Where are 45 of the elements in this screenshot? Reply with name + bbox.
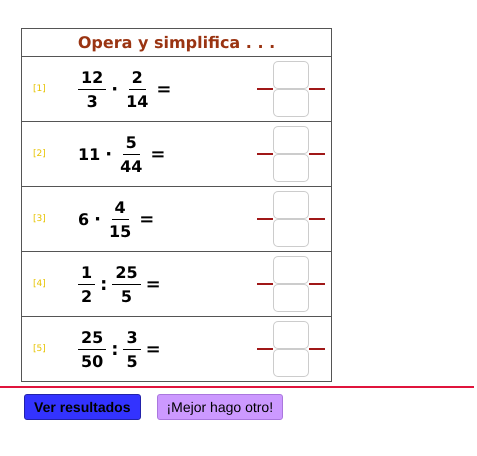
denominator: 2 (80, 286, 94, 306)
operator: : (111, 338, 118, 360)
numerator-field[interactable] (273, 256, 309, 284)
exercise-number: [4] (33, 279, 47, 289)
denominator-field[interactable] (273, 284, 309, 312)
integer: 11 (78, 144, 100, 164)
operator: = (146, 274, 161, 294)
exercise-number: [2] (33, 149, 47, 159)
denominator-field[interactable] (273, 89, 309, 117)
exercise-number: [5] (33, 344, 47, 354)
numerator: 12 (78, 68, 106, 90)
numerator-field[interactable] (273, 61, 309, 89)
denominator: 44 (119, 156, 144, 176)
operator: = (139, 208, 154, 230)
denominator: 3 (86, 90, 99, 110)
numerator: 25 (112, 262, 141, 284)
numerator: 25 (78, 328, 106, 350)
operator: : (100, 274, 108, 294)
operator: = (146, 338, 161, 360)
numerator-field[interactable] (273, 321, 309, 349)
denominator-field[interactable] (273, 154, 309, 182)
operator: · (94, 208, 101, 230)
denominator: 5 (125, 350, 139, 370)
numerator: 2 (128, 68, 146, 90)
numerator-field[interactable] (273, 126, 309, 154)
denominator: 50 (80, 350, 104, 370)
numerator: 1 (78, 262, 96, 284)
denominator: 14 (125, 90, 150, 110)
exercise-number: [3] (33, 214, 47, 224)
integer: 6 (78, 210, 90, 228)
table-title: Opera y simplifica . . . (78, 33, 276, 52)
operator: · (105, 144, 112, 164)
operator: = (150, 144, 166, 164)
denominator: 5 (120, 286, 134, 306)
operator: = (156, 78, 172, 100)
new-exercise-button[interactable]: ¡Mejor hago otro! (156, 394, 284, 420)
exercise-number: [1] (33, 84, 47, 94)
numerator: 4 (112, 198, 129, 220)
numerator-field[interactable] (273, 191, 309, 219)
numerator: 5 (122, 132, 140, 154)
denominator-field[interactable] (273, 349, 309, 377)
operator: · (111, 78, 118, 100)
numerator: 3 (123, 328, 141, 350)
denominator-field[interactable] (273, 219, 309, 247)
denominator: 15 (108, 220, 132, 240)
